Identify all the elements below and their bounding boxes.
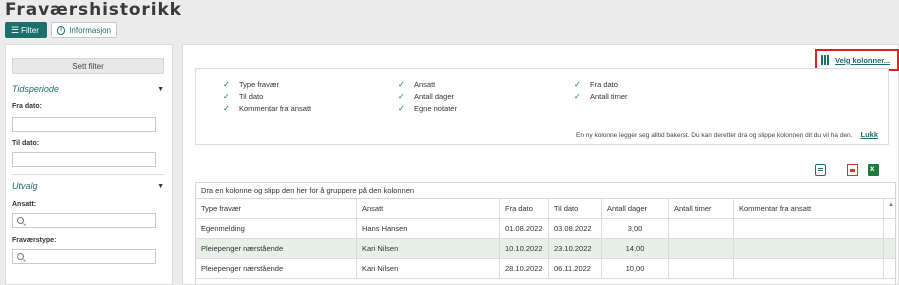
table-cell: 14,00 <box>602 239 669 258</box>
column-option-comment[interactable]: ✓ Kommentar fra ansatt <box>223 104 311 113</box>
column-option-notes[interactable]: ✓ Egne notater <box>398 104 457 113</box>
table-cell: Kari Nilsen <box>357 239 500 258</box>
collapse-arrow-icon: ▼ <box>157 182 164 190</box>
columns-icon <box>821 55 830 65</box>
table-cell: 28.10.2022 <box>500 259 549 278</box>
checkmark-icon: ✓ <box>398 104 405 113</box>
table-cell <box>734 259 884 278</box>
column-option-label: Til dato <box>239 92 264 101</box>
table-cell: 10,00 <box>602 259 669 278</box>
from-date-label: Fra dato: <box>12 103 42 110</box>
table-cell: Egenmelding <box>196 219 357 238</box>
column-header[interactable]: Fra dato <box>500 199 549 218</box>
table-cell: Pleiepenger nærstående <box>196 259 357 278</box>
column-header[interactable]: Antall dager <box>602 199 669 218</box>
group-drop-zone[interactable]: Dra en kolonne og slipp den her for å gr… <box>196 183 895 199</box>
table-cell: 23.10.2022 <box>549 239 602 258</box>
column-option-label: Egne notater <box>414 104 457 113</box>
column-option-label: Antall timer <box>590 92 628 101</box>
column-chooser-info-text: En ny kolonne legger seg alltid bakerst.… <box>576 132 853 139</box>
column-option-days[interactable]: ✓ Antall dager <box>398 92 454 101</box>
info-button[interactable]: i Informasjon <box>51 22 117 38</box>
column-header[interactable]: Ansatt <box>357 199 500 218</box>
table-cell: 03.08.2022 <box>549 219 602 238</box>
column-header[interactable]: Kommentar fra ansatt <box>734 199 884 218</box>
employee-search-input[interactable] <box>12 213 156 228</box>
divider <box>12 174 164 175</box>
table-cell: Pleiepenger nærstående <box>196 239 357 258</box>
selection-section-title: Utvalg <box>12 181 38 191</box>
column-option-from-date[interactable]: ✓ Fra dato <box>574 80 618 89</box>
table-cell <box>669 219 734 238</box>
scroll-up-icon[interactable]: ▲ <box>888 202 894 208</box>
collapse-arrow-icon: ▼ <box>157 85 164 93</box>
absence-type-search-input[interactable] <box>12 249 156 264</box>
checkmark-icon: ✓ <box>223 92 230 101</box>
column-option-to-date[interactable]: ✓ Til dato <box>223 92 263 101</box>
info-icon: i <box>57 25 66 35</box>
table-cell: 3,00 <box>602 219 669 238</box>
column-header[interactable]: Antall timer <box>669 199 734 218</box>
table-cell <box>734 239 884 258</box>
checkmark-icon: ✓ <box>574 80 581 89</box>
period-section-title: Tidsperiode <box>12 84 59 94</box>
column-header[interactable]: Type fravær <box>196 199 357 218</box>
excel-export-icon[interactable] <box>868 164 879 176</box>
pdf-export-icon[interactable] <box>847 164 858 176</box>
table-cell <box>669 259 734 278</box>
filter-button[interactable]: ☰ Filter <box>5 22 47 38</box>
employee-label: Ansatt: <box>12 201 37 208</box>
selection-section-header[interactable]: Utvalg ▼ <box>12 181 164 191</box>
column-option-label: Fra dato <box>590 80 618 89</box>
checkmark-icon: ✓ <box>398 92 405 101</box>
table-cell: 06.11.2022 <box>549 259 602 278</box>
checkmark-icon: ✓ <box>398 80 405 89</box>
close-link[interactable]: Lukk <box>860 130 878 139</box>
grid-header-row: Type fravær Ansatt Fra dato Til dato Ant… <box>196 199 895 219</box>
column-option-hours[interactable]: ✓ Antall timer <box>574 92 628 101</box>
filter-sidebar: Sett filter Tidsperiode ▼ Fra dato: Til … <box>5 44 173 285</box>
table-cell <box>734 219 884 238</box>
filter-icon: ☰ <box>11 24 20 35</box>
absence-type-label: Fraværstype: <box>12 237 57 244</box>
absence-grid: Dra en kolonne og slipp den her for å gr… <box>195 182 896 285</box>
table-cell: 01.08.2022 <box>500 219 549 238</box>
table-cell: 10.10.2022 <box>500 239 549 258</box>
column-header[interactable]: Til dato <box>549 199 602 218</box>
table-row[interactable]: Pleiepenger nærstående Kari Nilsen 28.10… <box>196 259 895 279</box>
column-option-employee[interactable]: ✓ Ansatt <box>398 80 435 89</box>
search-icon <box>17 217 24 224</box>
column-chooser-info: En ny kolonne legger seg alltid bakerst.… <box>576 130 878 139</box>
column-option-label: Ansatt <box>414 80 436 89</box>
table-row[interactable]: Egenmelding Hans Hansen 01.08.2022 03.08… <box>196 219 895 239</box>
table-cell: Hans Hansen <box>357 219 500 238</box>
page-title: Fraværshistorikk <box>5 0 182 20</box>
table-cell: Kari Nilsen <box>357 259 500 278</box>
period-section-header[interactable]: Tidsperiode ▼ <box>12 84 164 94</box>
search-icon <box>17 253 24 260</box>
checkmark-icon: ✓ <box>574 92 581 101</box>
checkmark-icon: ✓ <box>223 80 230 89</box>
main-panel: Velg kolonner... ✓ Type fravær ✓ Til dato … <box>182 44 899 285</box>
table-cell <box>669 239 734 258</box>
column-option-type[interactable]: ✓ Type fravær <box>223 80 279 89</box>
comment-export-icon[interactable] <box>815 164 826 176</box>
info-button-label: Informasjon <box>69 25 111 35</box>
set-filter-button[interactable]: Sett filter <box>12 58 164 74</box>
column-option-label: Type fravær <box>239 80 280 89</box>
choose-columns-link[interactable]: Velg kolonner... <box>835 56 890 65</box>
column-chooser-panel: ✓ Type fravær ✓ Til dato ✓ Kommentar fra an… <box>195 68 889 145</box>
to-date-label: Til dato: <box>12 140 40 147</box>
to-date-input[interactable] <box>12 152 156 167</box>
column-option-label: Kommentar fra ansatt <box>239 104 312 113</box>
filter-button-label: Filter <box>21 25 39 35</box>
column-option-label: Antall dager <box>414 92 455 101</box>
from-date-input[interactable] <box>12 117 156 132</box>
checkmark-icon: ✓ <box>223 104 230 113</box>
table-row[interactable]: Pleiepenger nærstående Kari Nilsen 10.10… <box>196 239 895 259</box>
